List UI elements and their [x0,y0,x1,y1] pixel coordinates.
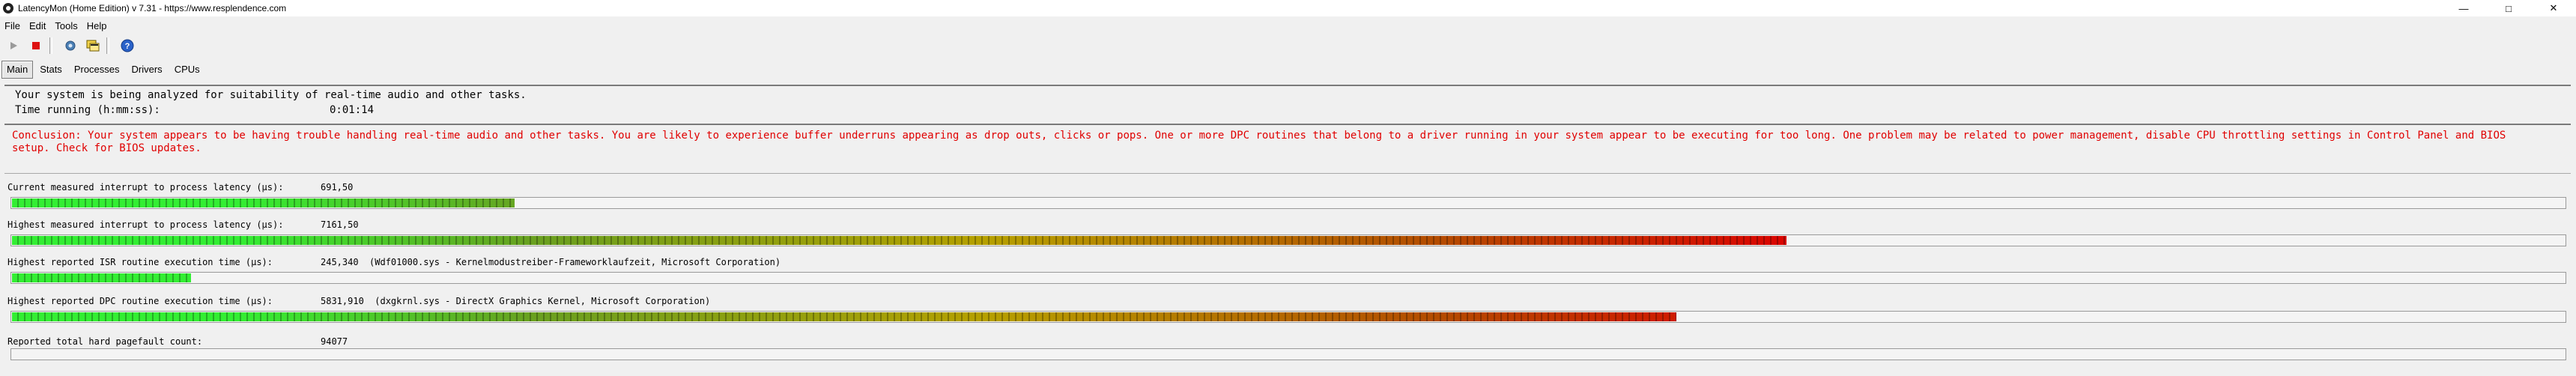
windows-icon[interactable] [84,37,102,55]
tab-stats[interactable]: Stats [34,61,67,79]
metric-value: 245,340 (Wdf01000.sys - Kernelmodustreib… [321,257,781,267]
metric-label: Current measured interrupt to process la… [7,182,284,192]
help-icon[interactable]: ? [118,37,136,55]
metric-pagefault-count: Reported total hard pagefault count: 940… [0,329,2576,366]
latency-bar-fill [12,273,191,282]
tab-processes-label: Processes [73,64,120,75]
tab-processes[interactable]: Processes [69,61,125,79]
metric-label: Reported total hard pagefault count: [7,336,203,347]
menu-file[interactable]: File [0,20,25,31]
time-running-label: Time running (h:mm:ss): [15,104,160,116]
metric-highest-isr: Highest reported ISR routine execution t… [0,248,2576,287]
menu-tools[interactable]: Tools [50,20,82,31]
metric-value: 7161,50 [321,219,359,230]
metric-current-latency: Current measured interrupt to process la… [0,173,2576,212]
menu-help[interactable]: Help [82,20,112,31]
tab-bar: Main Stats Processes Drivers CPUs [0,60,205,79]
tab-cpus-label: CPUs [174,64,200,75]
minimize-icon[interactable]: — [2441,0,2486,16]
window-controls: — □ ✕ [2441,0,2576,16]
play-icon[interactable] [4,37,22,55]
latency-bar [10,311,2566,323]
title-bar: LatencyMon (Home Edition) v 7.31 - https… [0,0,2576,16]
window-title: LatencyMon (Home Edition) v 7.31 - https… [18,3,287,13]
toolbar: ? [0,34,136,57]
latency-bar [10,197,2566,209]
latency-bar-fill [12,312,1676,321]
stop-icon[interactable] [27,37,45,55]
toolbar-separator-2 [106,37,109,54]
toolbar-separator [49,37,52,54]
time-running-value: 0:01:14 [330,104,375,116]
metric-value: 691,50 [321,182,354,192]
tab-drivers-label: Drivers [131,64,163,75]
metric-label: Highest reported ISR routine execution t… [7,257,273,267]
conclusion-panel: Conclusion: Your system appears to be ha… [4,124,2571,175]
metric-label: Highest reported DPC routine execution t… [7,296,273,306]
tab-drivers[interactable]: Drivers [127,61,168,79]
close-icon[interactable]: ✕ [2531,0,2576,16]
latency-bar [10,234,2566,246]
latencymon-app-icon [3,3,13,13]
tab-stats-label: Stats [40,64,62,75]
conclusion-text: Conclusion: Your system appears to be ha… [12,130,2506,154]
metrics-area: Current measured interrupt to process la… [0,173,2576,376]
maximize-icon[interactable]: □ [2486,0,2531,16]
status-text: Your system is being analyzed for suitab… [15,89,527,101]
metric-value: 94077 [321,336,348,347]
metric-highest-dpc: Highest reported DPC routine execution t… [0,287,2576,326]
tab-cpus[interactable]: CPUs [169,61,205,79]
metric-highest-latency: Highest measured interrupt to process la… [0,210,2576,249]
tab-main-label: Main [7,64,28,75]
metric-value: 5831,910 (dxgkrnl.sys - DirectX Graphics… [321,296,711,306]
gear-icon[interactable] [61,37,79,55]
svg-text:?: ? [125,42,130,51]
latency-bar [10,272,2566,284]
menu-bar: File Edit Tools Help [0,18,111,33]
menu-edit[interactable]: Edit [25,20,50,31]
latency-bar [10,348,2566,360]
status-panel: Your system is being analyzed for suitab… [4,85,2571,125]
tab-main[interactable]: Main [1,61,34,79]
latency-bar-fill [12,198,515,207]
metric-label: Highest measured interrupt to process la… [7,219,284,230]
latency-bar-fill [12,236,1786,245]
